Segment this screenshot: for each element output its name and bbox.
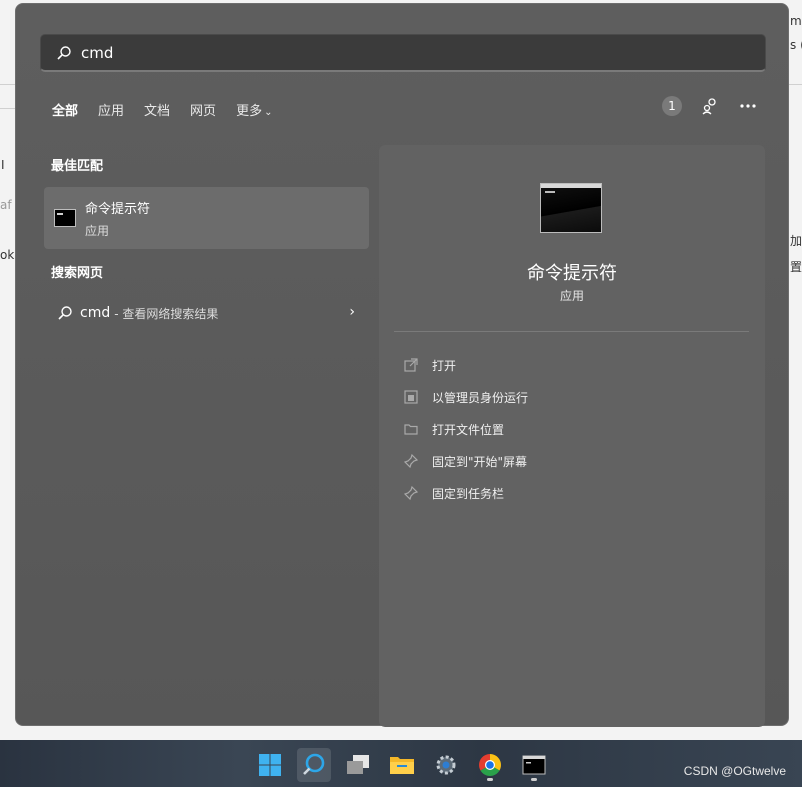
web-search-description: - 查看网络搜索结果	[114, 306, 219, 321]
chevron-right-icon: ›	[349, 304, 355, 320]
chrome-icon	[479, 754, 501, 776]
watermark: CSDN @OGtwelve	[683, 764, 786, 778]
start-button[interactable]	[253, 748, 287, 782]
tab-documents[interactable]: 文档	[144, 100, 170, 119]
search-input[interactable]	[81, 43, 681, 62]
detail-app-type: 应用	[559, 289, 584, 303]
shield-icon	[404, 390, 418, 404]
task-view-icon	[347, 755, 369, 774]
action-run-as-admin[interactable]: 以管理员身份运行	[404, 381, 528, 413]
task-view-button[interactable]	[341, 748, 375, 782]
pin-icon	[404, 454, 418, 468]
file-explorer-button[interactable]	[385, 748, 419, 782]
search-icon	[55, 44, 73, 62]
filter-tabs: 全部 应用 文档 网页 更多 ⌄	[52, 100, 292, 119]
command-prompt-icon	[522, 755, 546, 775]
detail-divider	[394, 331, 749, 332]
bg-text: s (c	[790, 38, 802, 52]
action-label: 打开文件位置	[432, 422, 505, 437]
search-icon	[303, 753, 325, 775]
command-prompt-icon	[54, 209, 76, 227]
action-label: 固定到任务栏	[432, 486, 505, 501]
pin-icon	[404, 486, 418, 500]
best-match-name: 命令提示符	[85, 201, 151, 217]
bg-text: mb	[790, 14, 802, 28]
command-prompt-taskbar-button[interactable]	[517, 748, 551, 782]
search-panel: 全部 应用 文档 网页 更多⌄ 1 最佳匹配 命令提示符 应用 搜索网页 cmd…	[15, 3, 789, 727]
rewards-badge[interactable]: 1	[662, 96, 682, 116]
tab-apps[interactable]: 应用	[98, 100, 124, 119]
command-prompt-large-icon	[540, 183, 602, 233]
action-open-file-location[interactable]: 打开文件位置	[404, 413, 528, 445]
open-icon	[404, 358, 418, 372]
best-match-result[interactable]: 命令提示符 应用	[44, 187, 369, 249]
detail-pane: 命令提示符 应用 打开 以管理员身份运行 打开文件位置 固定到"开始"屏幕 固定…	[379, 145, 765, 727]
search-icon	[56, 304, 74, 322]
web-search-query: cmd	[80, 305, 111, 321]
tab-web[interactable]: 网页	[190, 100, 216, 119]
more-options-icon[interactable]	[738, 96, 758, 116]
best-match-heading: 最佳匹配	[51, 159, 104, 174]
action-label: 固定到"开始"屏幕	[432, 454, 528, 469]
chrome-button[interactable]	[473, 748, 507, 782]
web-search-heading: 搜索网页	[51, 266, 104, 281]
bg-text: I	[1, 158, 5, 172]
search-box[interactable]	[40, 34, 766, 72]
account-switch-icon[interactable]	[700, 96, 720, 116]
windows-logo-icon	[259, 754, 281, 776]
action-pin-to-start[interactable]: 固定到"开始"屏幕	[404, 445, 528, 477]
action-label: 以管理员身份运行	[432, 390, 529, 405]
folder-icon	[404, 422, 418, 436]
action-pin-to-taskbar[interactable]: 固定到任务栏	[404, 477, 528, 509]
folder-icon	[390, 757, 414, 774]
action-open[interactable]: 打开	[404, 349, 528, 381]
taskbar-search-button[interactable]	[297, 748, 331, 782]
best-match-type: 应用	[85, 223, 110, 238]
gear-icon	[436, 755, 456, 775]
tab-more-label: 更多	[236, 104, 263, 119]
settings-button[interactable]	[429, 748, 463, 782]
taskbar: CSDN @OGtwelve	[0, 740, 802, 787]
header-actions: 1	[662, 96, 758, 116]
bg-text: af	[0, 198, 12, 212]
running-indicator	[487, 778, 493, 781]
tab-more[interactable]: 更多 ⌄	[236, 100, 272, 119]
chevron-down-icon: ⌄	[264, 107, 273, 118]
web-search-result[interactable]: cmd - 查看网络搜索结果 ›	[44, 296, 369, 330]
bg-text: 加	[790, 234, 802, 248]
detail-app-name: 命令提示符	[527, 263, 617, 284]
bg-text: 置.	[790, 260, 802, 274]
bg-text: ok	[0, 248, 15, 262]
running-indicator	[531, 778, 537, 781]
tab-all[interactable]: 全部	[52, 100, 78, 119]
bg-divider	[0, 108, 15, 109]
action-list: 打开 以管理员身份运行 打开文件位置 固定到"开始"屏幕 固定到任务栏	[404, 349, 528, 509]
action-label: 打开	[432, 358, 457, 373]
